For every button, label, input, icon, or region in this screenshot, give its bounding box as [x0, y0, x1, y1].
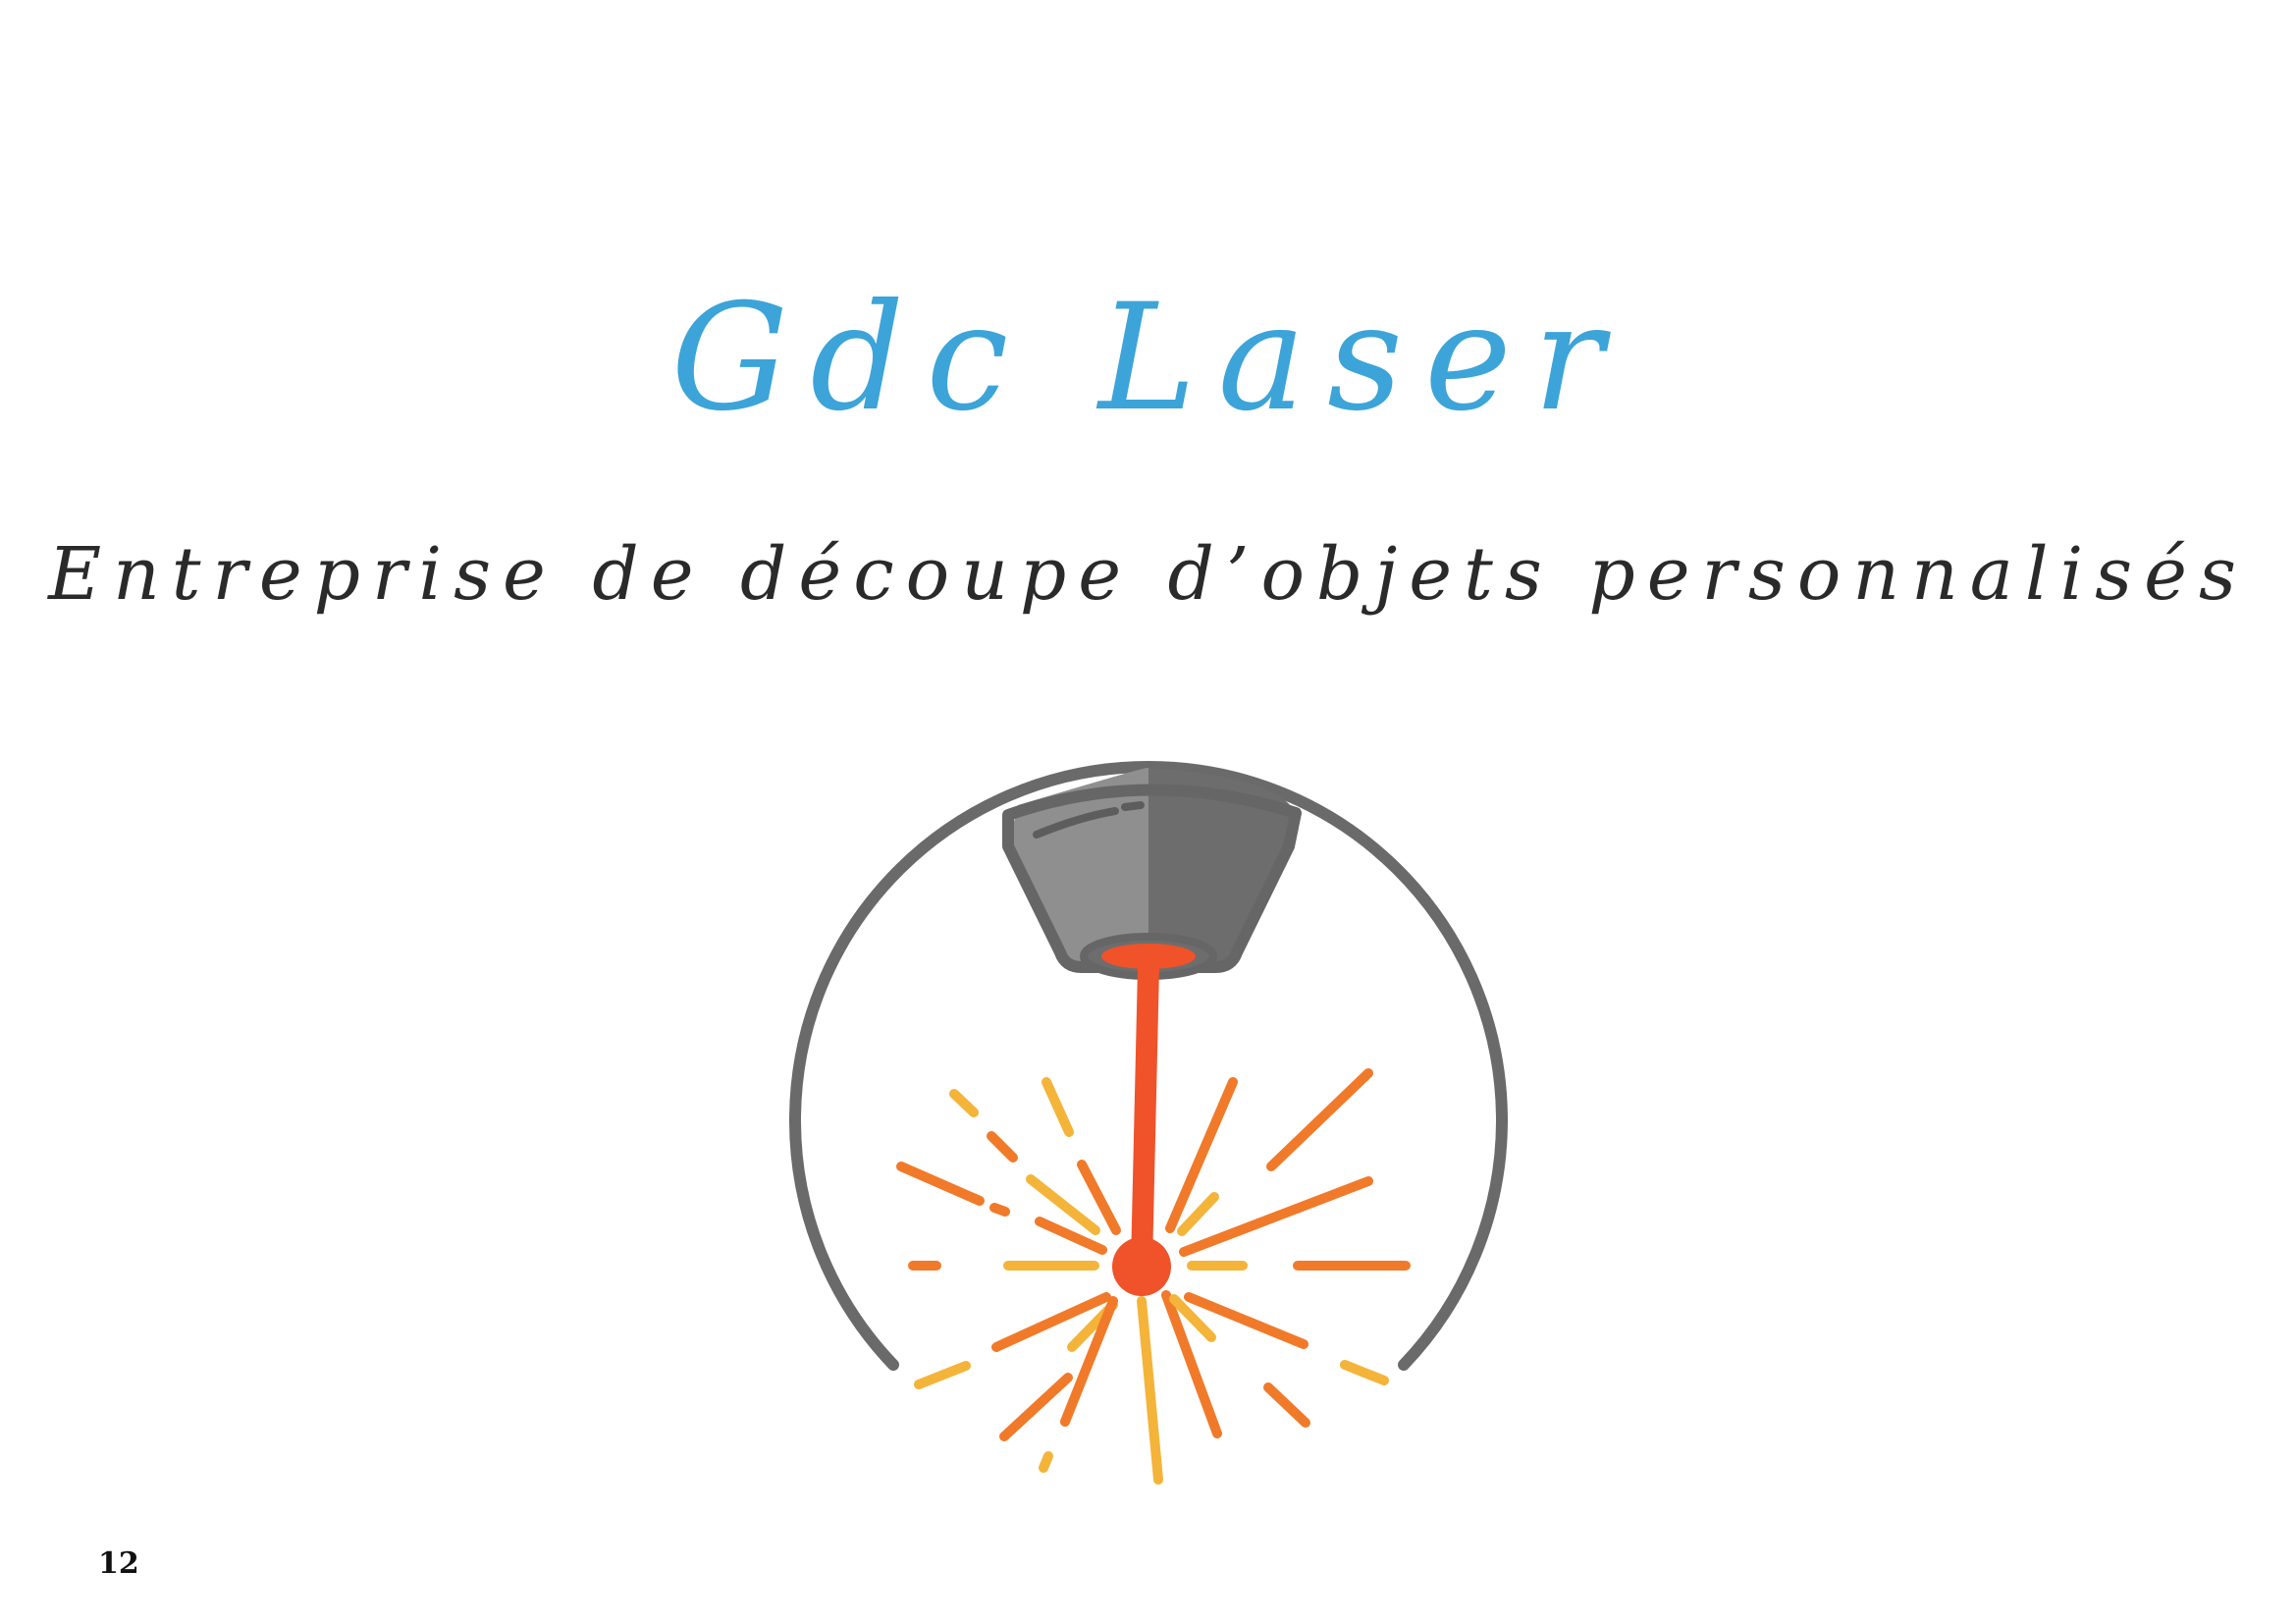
laser-beam — [1131, 956, 1159, 1275]
document-page: Gdc Laser Entreprise de découpe d’objets… — [0, 0, 2296, 1624]
laser-impact-point — [1112, 1237, 1171, 1296]
laser-cutter-icon — [789, 761, 1508, 1485]
laser-head-icon — [1002, 767, 1302, 980]
company-tagline: Entreprise de découpe d’objets personnal… — [48, 532, 2248, 617]
page-number: 12 — [98, 1546, 139, 1581]
company-title: Gdc Laser — [670, 273, 1626, 444]
